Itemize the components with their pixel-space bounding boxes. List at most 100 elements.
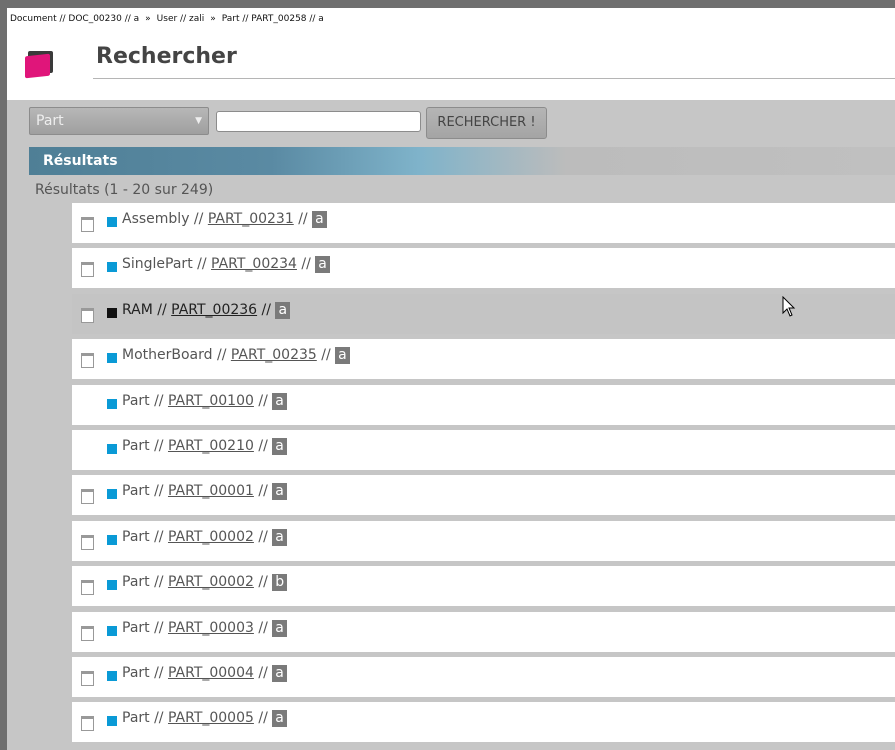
document-icon[interactable] [81, 670, 94, 686]
result-version-badge[interactable]: a [312, 211, 327, 228]
results-list: Assembly // PART_00231 // a SinglePart //… [72, 203, 895, 748]
result-version-badge[interactable]: a [315, 256, 330, 274]
result-type: Part [122, 392, 150, 409]
window-top-edge [0, 0, 895, 8]
status-square-icon [107, 217, 117, 227]
search-button[interactable]: RECHERCHER ! [426, 107, 547, 139]
status-square-icon [107, 625, 117, 636]
result-version-badge[interactable]: b [272, 574, 288, 592]
result-row[interactable]: Part // PART_00004 // a [72, 656, 895, 697]
result-type: Part [122, 437, 150, 454]
result-part-link[interactable]: PART_00231 [208, 211, 294, 227]
document-icon[interactable] [81, 217, 94, 232]
title-divider [93, 78, 895, 79]
result-part-link[interactable]: PART_00236 [171, 302, 257, 318]
result-part-link[interactable]: PART_00002 [168, 574, 254, 590]
app-window: Document // DOC_00230 // a » User // zali »… [7, 8, 895, 750]
status-square-icon [107, 670, 117, 681]
document-icon[interactable] [81, 262, 94, 278]
results-header: Résultats [29, 147, 895, 175]
result-type: Assembly [122, 211, 190, 227]
page-title: Rechercher [96, 44, 237, 69]
result-part-link[interactable]: PART_00004 [168, 665, 254, 681]
status-square-icon [107, 262, 117, 273]
result-row[interactable]: Part // PART_00002 // a [72, 520, 895, 561]
result-row[interactable]: RAM // PART_00236 // a [72, 293, 895, 334]
result-part-link[interactable]: PART_00001 [168, 483, 254, 499]
result-part-link[interactable]: PART_00003 [168, 620, 254, 636]
result-row[interactable]: Part // PART_00001 // a [72, 475, 895, 516]
breadcrumb-item-part[interactable]: Part // PART_00258 // a [222, 14, 324, 24]
status-square-icon [107, 580, 117, 591]
status-square-icon [107, 398, 117, 409]
result-label: Part // PART_00005 // a [122, 710, 287, 728]
result-label: Part // PART_00002 // a [122, 528, 287, 546]
result-row[interactable]: Part // PART_00100 // a [72, 384, 895, 425]
result-version-badge[interactable]: a [272, 664, 287, 682]
page-header: Document // DOC_00230 // a » User // zali »… [7, 8, 895, 100]
results-count: Résultats (1 - 20 sur 249) [35, 182, 214, 198]
result-version-badge[interactable]: a [272, 528, 287, 546]
result-row[interactable]: MotherBoard // PART_00235 // a [72, 339, 895, 380]
document-icon[interactable] [81, 307, 94, 323]
result-type: RAM [122, 301, 153, 318]
search-input[interactable] [216, 111, 421, 132]
result-row[interactable]: SinglePart // PART_00234 // a [72, 248, 895, 289]
result-type: Part [122, 574, 150, 591]
result-type: MotherBoard [122, 347, 213, 364]
dropdown-arrow-icon: ▼ [195, 116, 202, 126]
status-square-icon [107, 443, 117, 454]
result-part-link[interactable]: PART_00234 [211, 256, 297, 272]
result-type: Part [122, 710, 150, 727]
result-type: Part [122, 664, 150, 681]
status-square-icon [107, 534, 117, 545]
result-version-badge[interactable]: a [272, 392, 287, 410]
result-label: Part // PART_00100 // a [122, 392, 287, 410]
result-label: Part // PART_00003 // a [122, 619, 287, 637]
result-label: MotherBoard // PART_00235 // a [122, 347, 350, 365]
result-label: Part // PART_00001 // a [122, 483, 287, 501]
breadcrumb: Document // DOC_00230 // a » User // zali »… [10, 14, 324, 24]
window-left-edge [0, 0, 7, 750]
result-label: SinglePart // PART_00234 // a [122, 256, 330, 274]
document-icon[interactable] [81, 580, 94, 596]
result-part-link[interactable]: PART_00002 [168, 529, 254, 545]
result-version-badge[interactable]: a [275, 301, 291, 319]
result-version-badge[interactable]: a [335, 347, 350, 365]
result-row[interactable]: Part // PART_00003 // a [72, 611, 895, 652]
result-row[interactable]: Assembly // PART_00231 // a [72, 203, 895, 243]
document-icon[interactable] [81, 716, 94, 732]
breadcrumb-separator: » [145, 14, 151, 24]
search-type-select[interactable]: Part ▼ [29, 107, 209, 135]
result-row[interactable]: Part // PART_00210 // a [72, 429, 895, 470]
result-part-link[interactable]: PART_00210 [168, 438, 254, 454]
result-version-badge[interactable]: a [272, 619, 287, 637]
folder-logo-icon [25, 51, 53, 79]
breadcrumb-item-user[interactable]: User // zali [157, 14, 205, 24]
result-label: Part // PART_00004 // a [122, 664, 287, 682]
result-label: Assembly // PART_00231 // a [122, 211, 327, 228]
result-row[interactable]: Part // PART_00002 // b [72, 566, 895, 607]
status-square-icon [107, 716, 117, 727]
result-version-badge[interactable]: a [272, 437, 287, 455]
document-icon[interactable] [81, 489, 94, 505]
result-type: Part [122, 483, 150, 500]
status-square-icon [107, 353, 117, 364]
result-type: SinglePart [122, 256, 193, 273]
result-version-badge[interactable]: a [272, 483, 287, 501]
result-part-link[interactable]: PART_00100 [168, 393, 254, 409]
document-icon[interactable] [81, 353, 94, 369]
result-part-link[interactable]: PART_00235 [231, 347, 317, 363]
status-square-icon [107, 489, 117, 500]
result-row[interactable]: Part // PART_00005 // a [72, 702, 895, 743]
document-icon[interactable] [81, 534, 94, 550]
result-label: Part // PART_00002 // b [122, 574, 288, 592]
result-part-link[interactable]: PART_00005 [168, 710, 254, 726]
result-version-badge[interactable]: a [272, 710, 287, 728]
document-icon[interactable] [81, 625, 94, 641]
breadcrumb-item-document[interactable]: Document // DOC_00230 // a [10, 14, 139, 24]
result-type: Part [122, 619, 150, 636]
result-label: RAM // PART_00236 // a [122, 301, 291, 319]
result-type: Part [122, 528, 150, 545]
breadcrumb-separator: » [210, 14, 216, 24]
